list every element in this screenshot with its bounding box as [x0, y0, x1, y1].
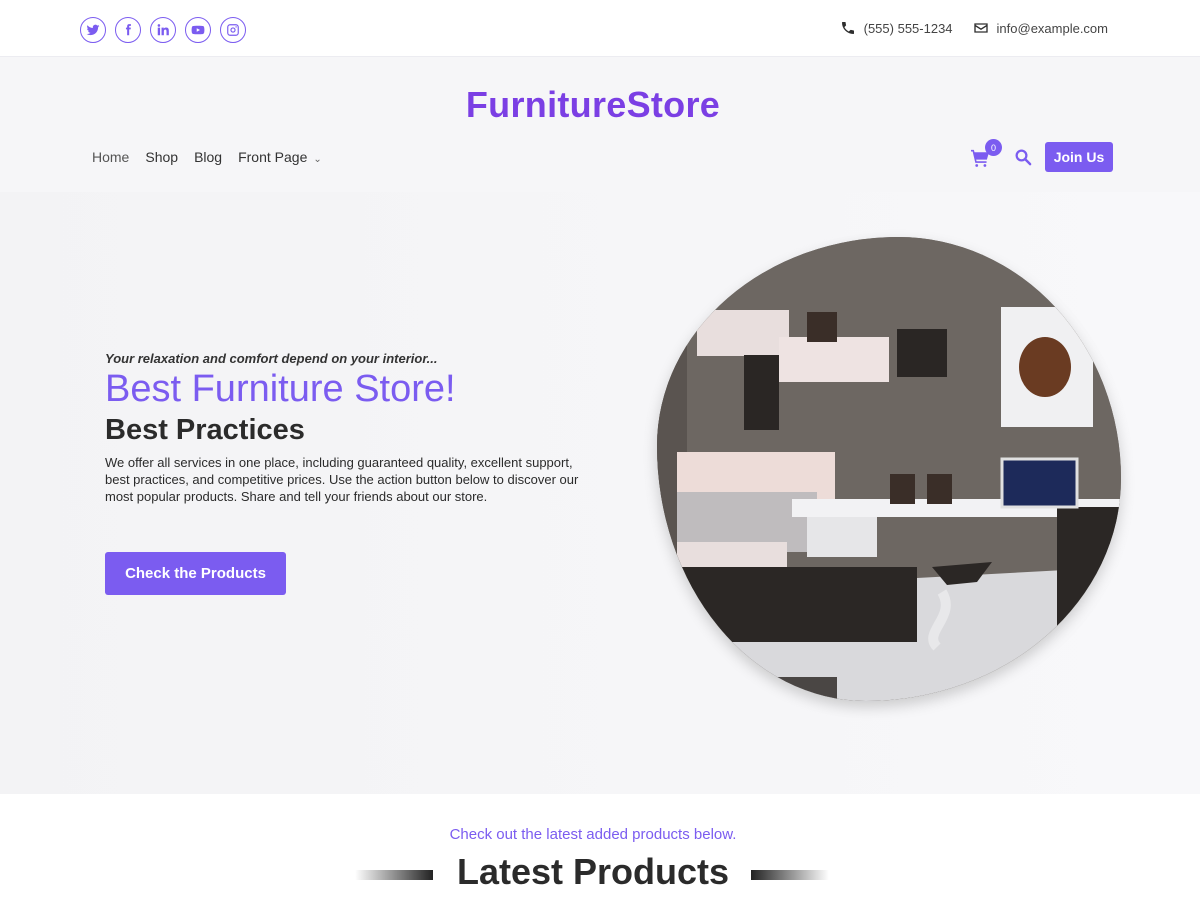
nav-item-blog[interactable]: Blog	[194, 149, 222, 165]
join-us-button[interactable]: Join Us	[1045, 142, 1113, 172]
site-header: FurnitureStore Home Shop Blog Front Page…	[0, 57, 1200, 192]
nav-item-home[interactable]: Home	[92, 149, 129, 165]
twitter-link[interactable]	[80, 17, 106, 43]
search-button[interactable]	[1014, 148, 1034, 168]
main-nav: Home Shop Blog Front Page ⌄	[92, 149, 322, 165]
envelope-icon	[973, 23, 988, 33]
nav-item-front-page[interactable]: Front Page ⌄	[238, 149, 322, 165]
phone-number[interactable]: (555) 555-1234	[864, 21, 953, 36]
youtube-link[interactable]	[185, 17, 211, 43]
youtube-icon	[191, 25, 205, 35]
facebook-link[interactable]	[115, 17, 141, 43]
facebook-icon	[125, 24, 131, 36]
instagram-icon	[227, 24, 239, 36]
top-bar: (555) 555-1234 info@example.com	[0, 0, 1200, 57]
cart-count-badge: 0	[985, 139, 1002, 156]
chevron-down-icon: ⌄	[313, 154, 322, 165]
hero-subtitle: Best Practices	[105, 414, 305, 446]
nav-item-front-page-label: Front Page	[238, 149, 308, 165]
phone-icon	[841, 22, 854, 34]
hero-room-image	[657, 237, 1121, 701]
latest-products-title: Latest Products	[456, 851, 730, 892]
contact-info: (555) 555-1234 info@example.com	[840, 20, 1108, 36]
title-divider-right	[751, 870, 829, 880]
search-icon	[1015, 149, 1032, 166]
latest-products-subtitle: Check out the latest added products belo…	[449, 826, 737, 843]
hero-tagline: Your relaxation and comfort depend on yo…	[105, 351, 438, 366]
hero-title: Best Furniture Store!	[105, 368, 456, 410]
hero-description: We offer all services in one place, incl…	[105, 455, 579, 504]
instagram-link[interactable]	[220, 17, 246, 43]
hero-section: Your relaxation and comfort depend on yo…	[0, 192, 1200, 794]
social-links	[80, 17, 246, 43]
twitter-icon	[86, 24, 100, 36]
site-logo[interactable]: FurnitureStore	[0, 84, 1186, 126]
linkedin-icon	[157, 24, 169, 36]
nav-item-shop[interactable]: Shop	[145, 149, 178, 165]
latest-products-section: Check out the latest added products belo…	[0, 794, 1200, 900]
email-address[interactable]: info@example.com	[997, 21, 1108, 36]
check-products-button[interactable]: Check the Products	[105, 552, 286, 595]
linkedin-link[interactable]	[150, 17, 176, 43]
